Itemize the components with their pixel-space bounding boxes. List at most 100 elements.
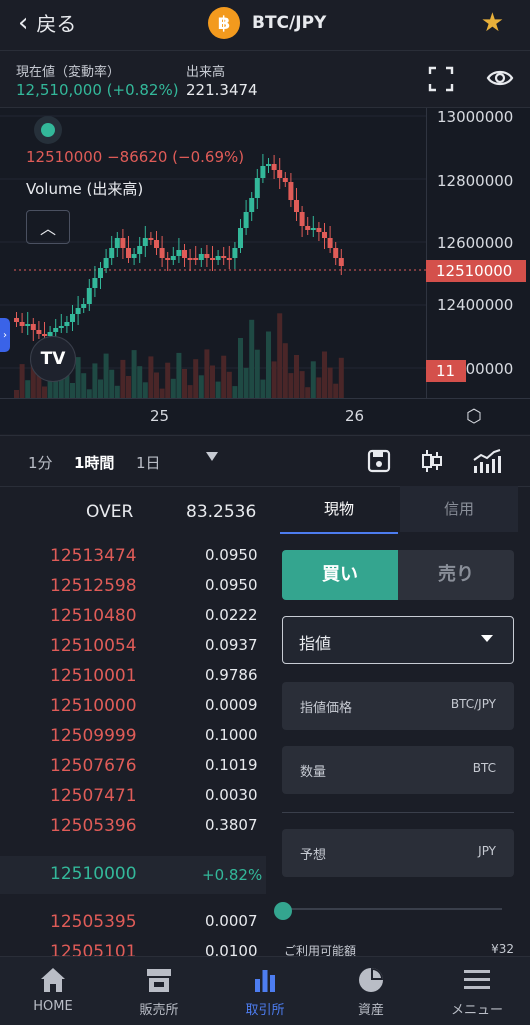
nav-home-label: HOME xyxy=(33,999,73,1014)
ask-price: 12507676 xyxy=(50,756,137,776)
candle-body xyxy=(322,232,327,238)
timeframe-1d[interactable]: 1日 xyxy=(136,452,161,473)
volume-bar xyxy=(260,379,266,398)
ask-row[interactable]: 12507676 0.1019 xyxy=(0,756,266,786)
bar-chart-icon xyxy=(255,970,275,992)
bid-row[interactable]: 12505395 0.0007 xyxy=(0,912,266,942)
ask-row[interactable]: 12510480 0.0222 xyxy=(0,606,266,636)
volume-bar xyxy=(114,385,120,398)
volume-bar xyxy=(271,361,277,398)
trade-tabs: 現物 信用 xyxy=(280,486,530,534)
candle-style-icon[interactable] xyxy=(419,448,445,474)
ask-qty: 0.1000 xyxy=(205,726,258,744)
timeframe-dropdown-icon[interactable] xyxy=(206,452,218,461)
y-tick: 12400000 xyxy=(437,296,514,314)
volume-bar xyxy=(159,388,165,398)
estimate-unit: JPY xyxy=(478,844,496,858)
eye-icon[interactable] xyxy=(486,67,514,89)
volume-bar xyxy=(109,369,115,398)
nav-exchange-label: 取引所 xyxy=(245,1003,285,1018)
limit-price-field[interactable]: 指値価格 BTC/JPY xyxy=(282,682,514,730)
candle-body xyxy=(243,212,249,228)
candle-body xyxy=(210,258,215,260)
volume-bar xyxy=(19,364,25,398)
drawing-tools-toggle[interactable]: › xyxy=(0,318,10,352)
volume-bar xyxy=(103,353,109,398)
volume-tag: 11 xyxy=(426,360,466,382)
volume-bar xyxy=(243,367,249,398)
live-indicator-icon xyxy=(34,116,62,144)
orderbook-over-value: 83.2536 xyxy=(186,502,257,522)
y-tick: 12800000 xyxy=(437,172,514,190)
candle-body xyxy=(64,322,70,326)
ask-row[interactable]: 12513474 0.0950 xyxy=(0,546,266,576)
ask-row[interactable]: 12505396 0.3807 xyxy=(0,816,266,846)
ask-price: 12510000 xyxy=(50,696,137,716)
volume-value: 221.3474 xyxy=(186,81,258,99)
volume-bar xyxy=(277,313,283,398)
volume-bar xyxy=(142,382,148,398)
timeframe-1h[interactable]: 1時間 xyxy=(74,452,114,473)
volume-bar xyxy=(42,386,47,398)
nav-menu[interactable]: メニュー xyxy=(424,957,530,1025)
buy-button[interactable]: 買い xyxy=(282,550,398,600)
nav-shop[interactable]: 販売所 xyxy=(106,957,212,1025)
nav-home[interactable]: HOME xyxy=(0,957,106,1025)
star-icon[interactable]: ★ xyxy=(481,8,504,38)
volume-bar xyxy=(131,350,137,398)
candle-body xyxy=(120,238,126,248)
back-button[interactable]: ‹ 戻る xyxy=(18,8,76,37)
candle-body xyxy=(282,178,288,182)
ask-row[interactable]: 12510001 0.9786 xyxy=(0,666,266,696)
ask-row[interactable]: 12512598 0.0950 xyxy=(0,576,266,606)
candle-body xyxy=(232,248,238,258)
nav-assets-label: 資産 xyxy=(357,1003,384,1018)
tab-margin[interactable]: 信用 xyxy=(400,486,518,532)
candle-body xyxy=(14,318,19,322)
tab-spot[interactable]: 現物 xyxy=(280,486,398,534)
mid-change: +0.82% xyxy=(202,866,263,884)
volume-indicator-label: Volume (出来高) xyxy=(26,180,144,198)
orderbook-mid-price: 12510000 +0.82% xyxy=(0,856,266,894)
amount-slider-handle[interactable] xyxy=(274,902,292,920)
volume-bar xyxy=(282,343,288,398)
ask-row[interactable]: 12509999 0.1000 xyxy=(0,726,266,756)
ask-row[interactable]: 12510054 0.0937 xyxy=(0,636,266,666)
ask-row[interactable]: 12507471 0.0030 xyxy=(0,786,266,816)
order-type-select[interactable]: 指値 xyxy=(282,616,514,664)
amount-slider-track[interactable] xyxy=(284,908,502,910)
nav-exchange[interactable]: 取引所 xyxy=(212,957,318,1025)
volume-bar xyxy=(221,355,227,398)
chart-settings-icon[interactable]: ⬡ xyxy=(466,406,482,427)
candle-body xyxy=(19,322,25,326)
volume-bar xyxy=(170,378,176,398)
sell-button[interactable]: 売り xyxy=(398,550,514,600)
collapse-indicators-button[interactable]: ︿ xyxy=(26,210,70,244)
candle-body xyxy=(238,228,243,248)
timeframe-1m[interactable]: 1分 xyxy=(28,452,53,473)
quantity-field[interactable]: 数量 BTC xyxy=(282,746,514,794)
candle-body xyxy=(131,254,137,258)
estimate-field[interactable]: 予想 JPY xyxy=(282,829,514,877)
chart-toolbar: 1分 1時間 1日 xyxy=(0,435,530,487)
bid-row[interactable]: 12505101 0.0100 xyxy=(0,942,266,956)
candle-body xyxy=(103,258,109,268)
price-chart[interactable]: 12510000 −86620 (−0.69%) Volume (出来高) ︿ … xyxy=(0,108,530,434)
ask-qty: 0.0009 xyxy=(205,696,258,714)
indicators-icon[interactable] xyxy=(472,448,502,474)
ask-price: 12507471 xyxy=(50,786,137,806)
bottom-navigation: HOME 販売所 取引所 資産 メニュー xyxy=(0,956,530,1025)
candle-body xyxy=(204,254,210,258)
ask-qty: 0.0950 xyxy=(205,576,258,594)
fullscreen-icon[interactable] xyxy=(428,66,454,92)
ask-row[interactable]: 12510000 0.0009 xyxy=(0,696,266,726)
volume-bar xyxy=(327,367,333,398)
limit-price-label: 指値価格 xyxy=(300,701,353,716)
available-value: ¥32 xyxy=(491,942,514,956)
nav-assets[interactable]: 資産 xyxy=(318,957,424,1025)
ask-qty: 0.3807 xyxy=(205,816,258,834)
save-icon[interactable] xyxy=(366,448,392,474)
candle-body xyxy=(36,330,42,334)
candle-body xyxy=(338,258,344,266)
candle-body xyxy=(148,238,154,240)
